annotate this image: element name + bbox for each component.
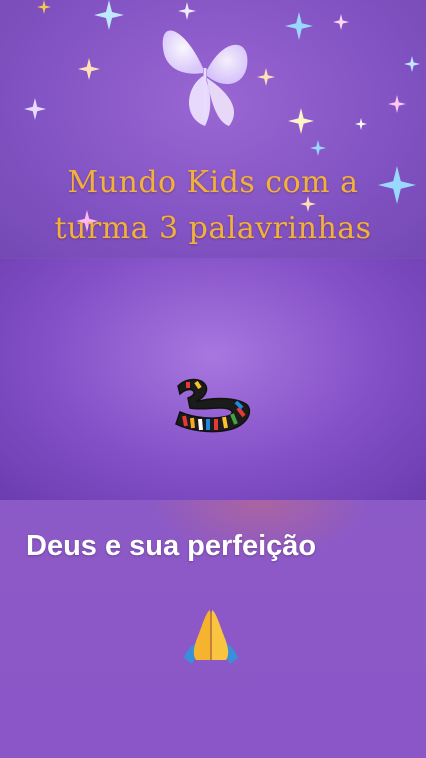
title-panel: Mundo Kids com a turma 3 palavrinhas	[0, 0, 426, 258]
caption-text: Deus e sua perfeição	[26, 530, 317, 562]
sparkle-icon	[310, 140, 326, 156]
title-line-2: turma 3 palavrinhas	[54, 211, 372, 246]
sparkle-icon	[257, 68, 275, 86]
butterfly-icon	[162, 30, 248, 126]
sparkle-icon	[285, 12, 313, 40]
sparkle-icon	[404, 56, 420, 72]
sparkle-icon	[388, 95, 406, 113]
sparkle-icon	[333, 14, 349, 30]
sparkle-icon	[37, 0, 51, 14]
sparkle-icon	[24, 98, 46, 120]
caption-panel: Deus e sua perfeição	[0, 500, 426, 758]
praying-hands-icon	[184, 610, 238, 664]
sparkle-icon	[355, 118, 367, 130]
video-frame	[0, 258, 426, 502]
story-screen: Mundo Kids com a turma 3 palavrinhas Deu…	[0, 0, 426, 758]
title-line-1: Mundo Kids com a	[67, 165, 359, 200]
sparkle-icon	[288, 108, 314, 134]
sparkle-icon	[94, 0, 124, 30]
sparkle-icon	[78, 58, 100, 80]
story-title: Mundo Kids com a turma 3 palavrinhas	[0, 160, 426, 252]
number-three-logo	[175, 378, 251, 433]
